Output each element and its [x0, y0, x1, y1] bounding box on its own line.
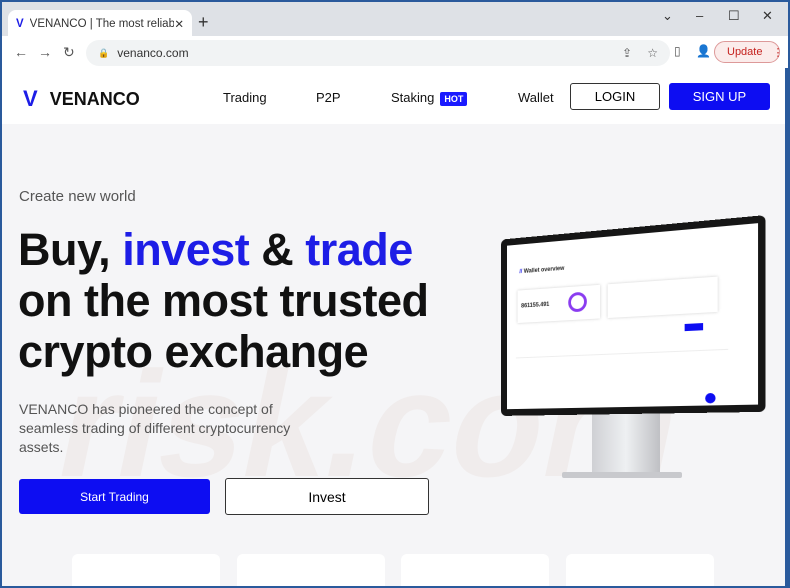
monitor-base: [562, 472, 682, 478]
title-part: &: [249, 224, 306, 275]
share-icon[interactable]: ⇪: [622, 46, 632, 60]
title-part: Buy,: [18, 224, 123, 275]
reload-icon[interactable]: ↻: [63, 44, 75, 61]
maximize-icon[interactable]: ☐: [728, 8, 740, 24]
tab-search-icon[interactable]: ⌄: [662, 8, 673, 24]
monitor-screen: // Wallet overview 861155.491: [507, 223, 759, 410]
signup-button[interactable]: SIGN UP: [669, 83, 770, 110]
donut-chart-icon: [568, 291, 587, 313]
minimize-icon[interactable]: –: [696, 8, 703, 23]
wallet-overview-heading: Wallet overview: [523, 265, 565, 275]
feature-card: [401, 554, 549, 586]
monitor-stand: [592, 406, 660, 476]
menu-dots-icon[interactable]: ⋮: [772, 46, 783, 59]
back-icon[interactable]: ←: [14, 44, 28, 60]
feature-card: [237, 554, 385, 586]
new-tab-icon[interactable]: +: [198, 12, 209, 33]
side-panel-icon[interactable]: ▯: [674, 44, 681, 58]
balance-value: 861155.491: [521, 301, 550, 310]
lock-icon: 🔒: [98, 47, 110, 58]
update-button[interactable]: Update ⋮: [714, 41, 783, 63]
brand-logo[interactable]: V VENANCO: [23, 86, 140, 112]
hero-title: Buy, invest & trade on the most trusted …: [18, 224, 429, 377]
invest-button[interactable]: Invest: [225, 478, 429, 515]
brand-name: VENANCO: [49, 88, 140, 109]
url-text: venanco.com: [117, 46, 189, 60]
forward-icon[interactable]: →: [38, 44, 52, 60]
nav-staking[interactable]: Staking HOT: [391, 90, 468, 106]
bookmark-star-icon[interactable]: ☆: [647, 46, 658, 60]
browser-tab[interactable]: V VENANCO | The most reliable pla ✕: [8, 10, 192, 38]
close-tab-icon[interactable]: ✕: [174, 17, 184, 31]
hot-badge: HOT: [440, 92, 468, 106]
nav-p2p[interactable]: P2P: [316, 90, 341, 105]
site-nav: V VENANCO Trading P2P Staking HOT Wallet L…: [2, 68, 788, 124]
title-highlight: trade: [305, 224, 413, 275]
tab-title: VENANCO | The most reliable pla: [29, 18, 175, 30]
update-label: Update: [727, 46, 763, 58]
monitor-image: // Wallet overview 861155.491: [500, 215, 766, 416]
web-page: risk.com V VENANCO Trading P2P Staking HOT…: [2, 68, 788, 586]
title-line: on the most trusted: [18, 275, 429, 326]
login-button[interactable]: LOGIN: [570, 83, 660, 110]
venanco-favicon-icon: V: [16, 18, 24, 30]
browser-toolbar: ← → ↻ 🔒 venanco.com ⇪ ☆ ▯ 👤 Update ⋮: [2, 36, 788, 68]
hero-subtitle: Create new world: [19, 188, 136, 205]
nav-trading[interactable]: Trading: [223, 90, 267, 105]
title-highlight: invest: [122, 224, 250, 275]
venanco-logo-icon: V: [23, 86, 38, 111]
scrollbar[interactable]: [785, 68, 788, 586]
nav-staking-label: Staking: [391, 90, 435, 105]
address-bar[interactable]: 🔒 venanco.com ⇪ ☆: [86, 40, 670, 66]
browser-window: V VENANCO | The most reliable pla ✕ + ⌄ …: [2, 2, 788, 586]
title-line: crypto exchange: [18, 326, 369, 377]
feature-card: [72, 554, 220, 586]
start-trading-button[interactable]: Start Trading: [19, 479, 210, 514]
profile-icon[interactable]: 👤: [696, 44, 711, 58]
hero-description: VENANCO has pioneered the concept of sea…: [19, 401, 291, 455]
close-window-icon[interactable]: ✕: [762, 8, 773, 24]
feature-card: [566, 554, 714, 586]
nav-wallet[interactable]: Wallet: [518, 90, 554, 105]
